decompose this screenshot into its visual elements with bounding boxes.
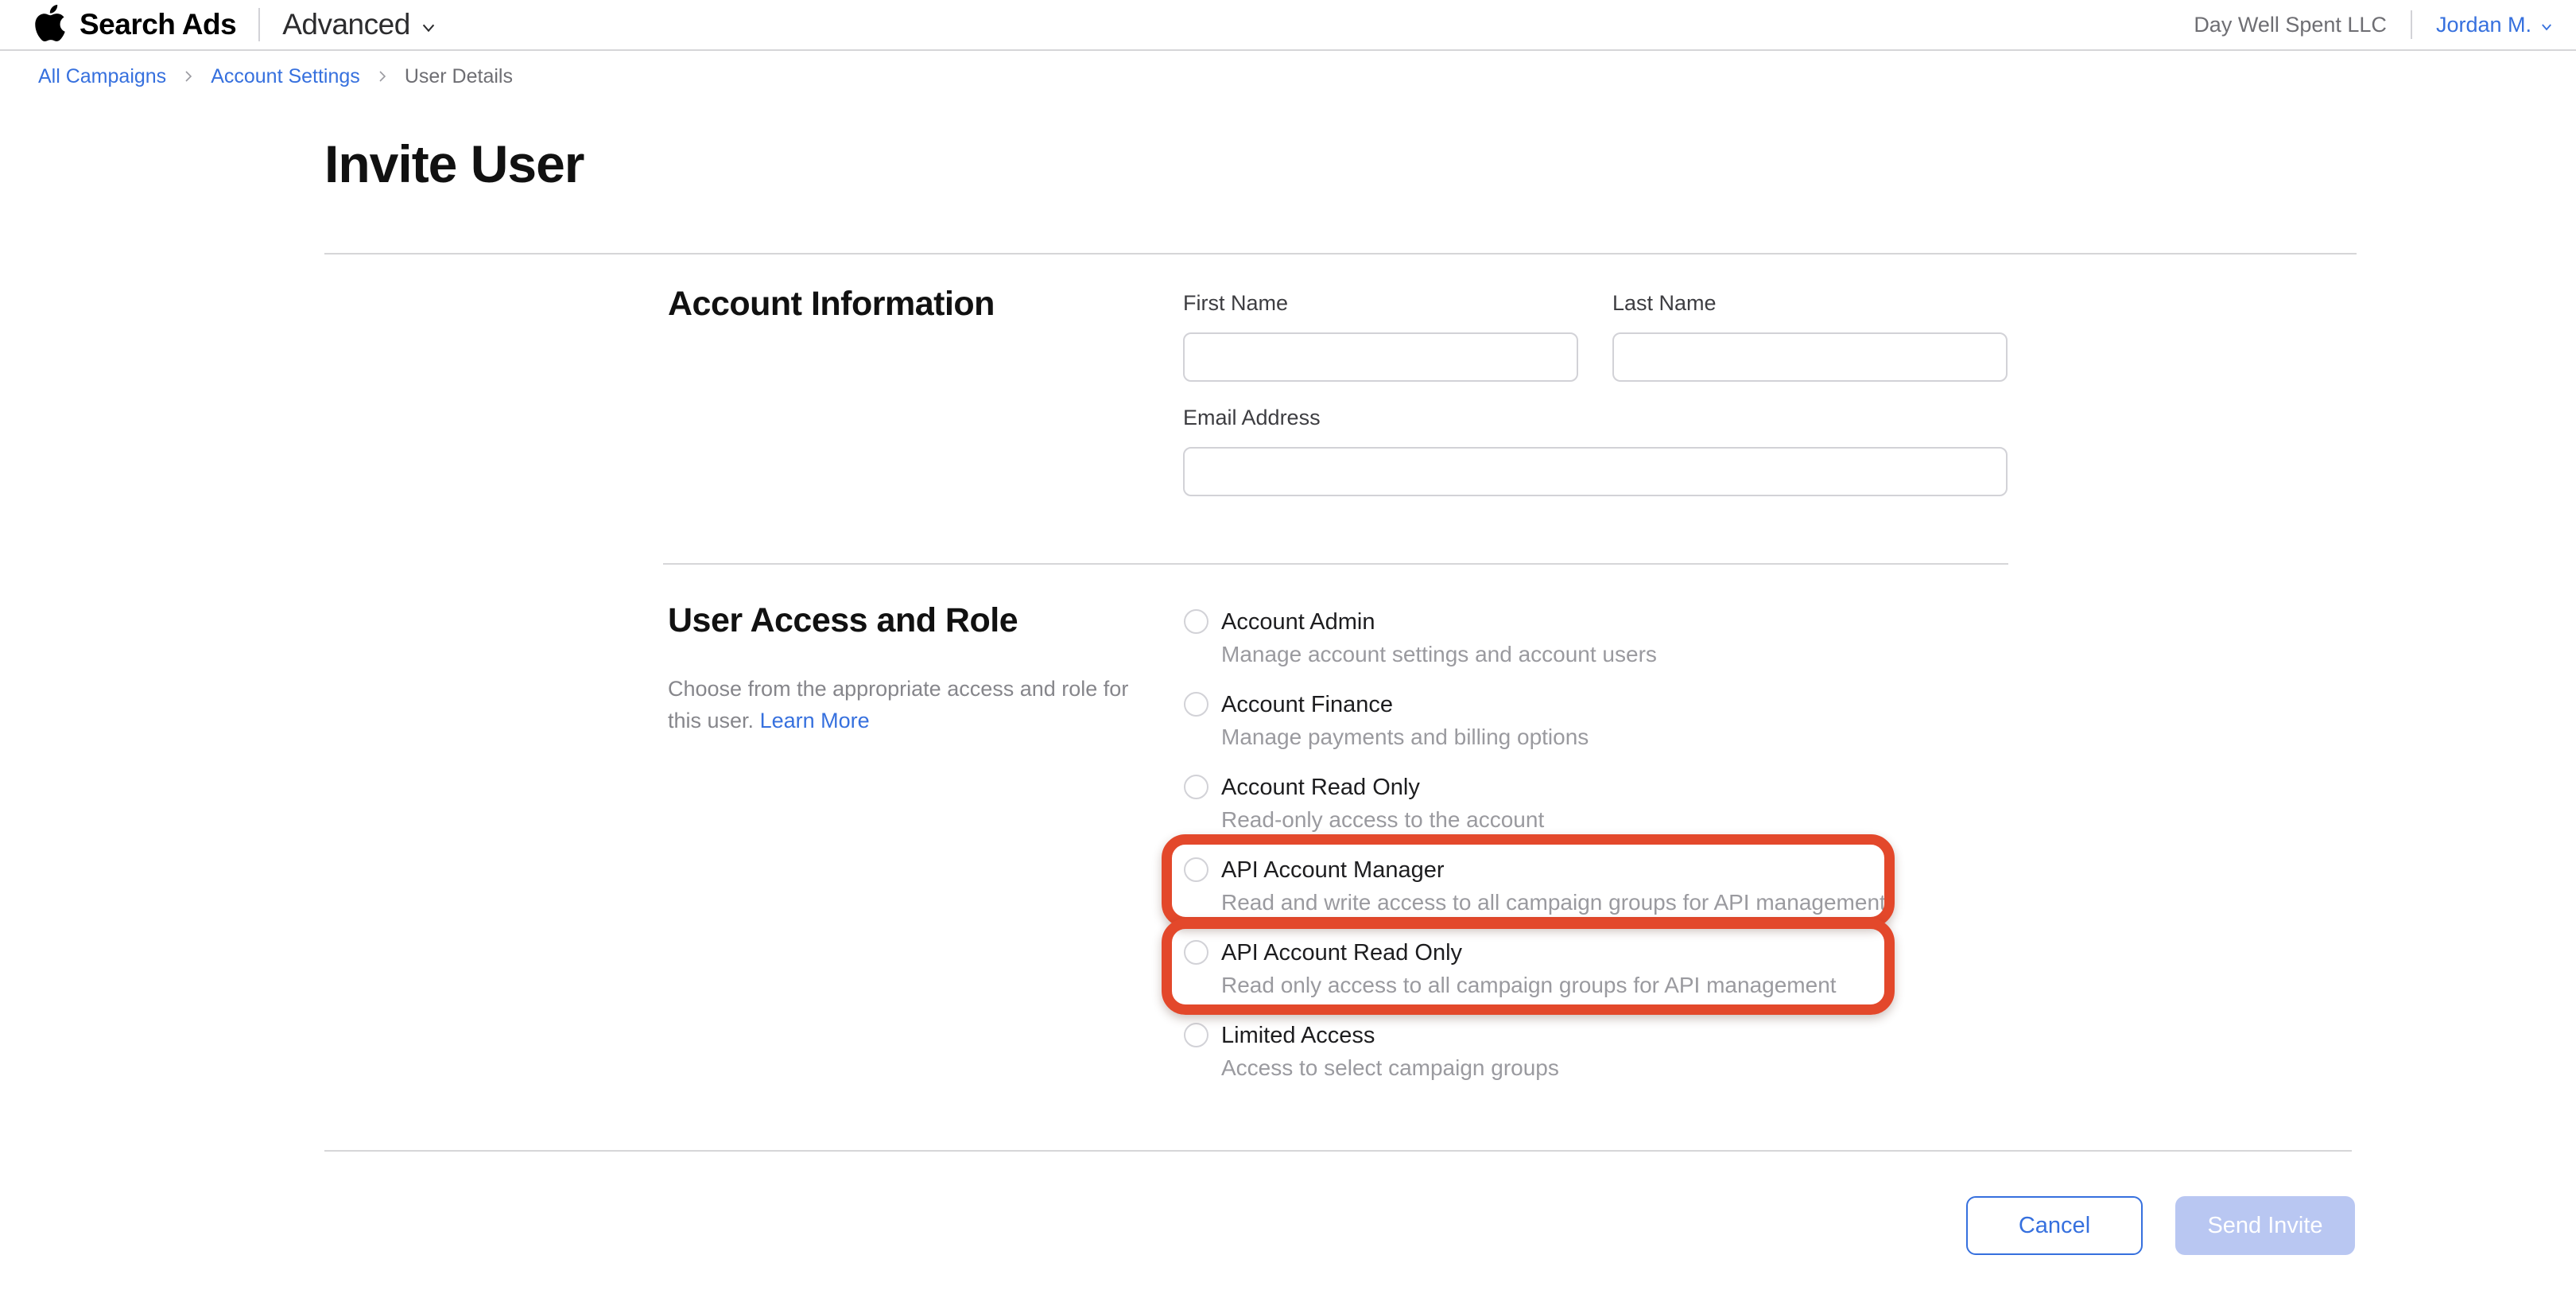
- apple-logo-icon: [35, 5, 65, 41]
- option-label[interactable]: Limited Access: [1221, 1022, 1375, 1049]
- option-label[interactable]: Account Admin: [1221, 608, 1375, 635]
- radio-button[interactable]: [1184, 692, 1208, 717]
- last-name-field[interactable]: [1612, 332, 2008, 382]
- radio-option-account-read-only[interactable]: Account Read Only Read-only access to th…: [1183, 771, 2058, 854]
- section-divider: [663, 563, 2008, 565]
- breadcrumb-account-settings[interactable]: Account Settings: [211, 65, 360, 88]
- radio-button[interactable]: [1184, 1023, 1208, 1047]
- user-access-description: Choose from the appropriate access and r…: [668, 673, 1137, 736]
- radio-option-api-account-manager[interactable]: API Account Manager Read and write acces…: [1183, 854, 2058, 937]
- option-description: Manage account settings and account user…: [1221, 641, 1657, 667]
- product-tier-menu[interactable]: Advanced: [282, 8, 437, 41]
- option-description: Read and write access to all campaign gr…: [1221, 889, 1886, 915]
- chevron-down-icon: [2539, 20, 2554, 34]
- chevron-down-icon: [420, 19, 437, 37]
- user-menu[interactable]: Jordan M.: [2436, 13, 2554, 37]
- organization-name: Day Well Spent LLC: [2194, 13, 2387, 37]
- section-heading-user-access: User Access and Role: [668, 601, 1018, 640]
- learn-more-link[interactable]: Learn More: [760, 709, 870, 732]
- option-label[interactable]: Account Read Only: [1221, 774, 1420, 801]
- option-label[interactable]: Account Finance: [1221, 691, 1393, 718]
- last-name-label: Last Name: [1612, 291, 1717, 316]
- radio-option-limited-access[interactable]: Limited Access Access to select campaign…: [1183, 1020, 2058, 1102]
- account-group: Day Well Spent LLC Jordan M.: [2194, 10, 2554, 39]
- breadcrumb: All Campaigns Account Settings User Deta…: [0, 52, 2576, 100]
- user-access-description-text: Choose from the appropriate access and r…: [668, 677, 1128, 732]
- product-tier-label: Advanced: [282, 8, 410, 41]
- radio-button[interactable]: [1184, 857, 1208, 882]
- email-address-label: Email Address: [1183, 406, 1321, 430]
- option-label[interactable]: API Account Manager: [1221, 857, 1445, 884]
- brand-title: Search Ads: [80, 8, 236, 41]
- option-label[interactable]: API Account Read Only: [1221, 939, 1462, 966]
- option-description: Read-only access to the account: [1221, 806, 1544, 833]
- top-navigation-bar: Search Ads Advanced Day Well Spent LLC J…: [0, 0, 2576, 51]
- section-heading-account-information: Account Information: [668, 285, 995, 324]
- first-name-label: First Name: [1183, 291, 1288, 316]
- invite-user-page: Search Ads Advanced Day Well Spent LLC J…: [0, 0, 2576, 1290]
- radio-button[interactable]: [1184, 609, 1208, 634]
- radio-option-account-finance[interactable]: Account Finance Manage payments and bill…: [1183, 689, 2058, 771]
- chevron-right-icon: [376, 70, 389, 83]
- option-description: Manage payments and billing options: [1221, 724, 1589, 750]
- radio-option-account-admin[interactable]: Account Admin Manage account settings an…: [1183, 606, 2058, 689]
- user-name-label: Jordan M.: [2436, 13, 2531, 37]
- radio-option-api-account-read-only[interactable]: API Account Read Only Read only access t…: [1183, 937, 2058, 1020]
- header-divider: [258, 8, 260, 41]
- radio-button[interactable]: [1184, 775, 1208, 799]
- brand-group: Search Ads Advanced: [35, 8, 437, 41]
- title-divider: [324, 253, 2357, 255]
- send-invite-button[interactable]: Send Invite: [2175, 1196, 2355, 1255]
- cancel-button[interactable]: Cancel: [1966, 1196, 2143, 1255]
- option-description: Access to select campaign groups: [1221, 1055, 1559, 1081]
- option-description: Read only access to all campaign groups …: [1221, 972, 1837, 998]
- breadcrumb-user-details: User Details: [405, 65, 513, 88]
- radio-button[interactable]: [1184, 940, 1208, 965]
- first-name-field[interactable]: [1183, 332, 1578, 382]
- chevron-right-icon: [182, 70, 195, 83]
- email-address-field[interactable]: [1183, 447, 2008, 496]
- header-divider-right: [2411, 10, 2412, 39]
- page-title: Invite User: [324, 134, 584, 194]
- footer-divider: [324, 1150, 2352, 1152]
- breadcrumb-all-campaigns[interactable]: All Campaigns: [38, 65, 166, 88]
